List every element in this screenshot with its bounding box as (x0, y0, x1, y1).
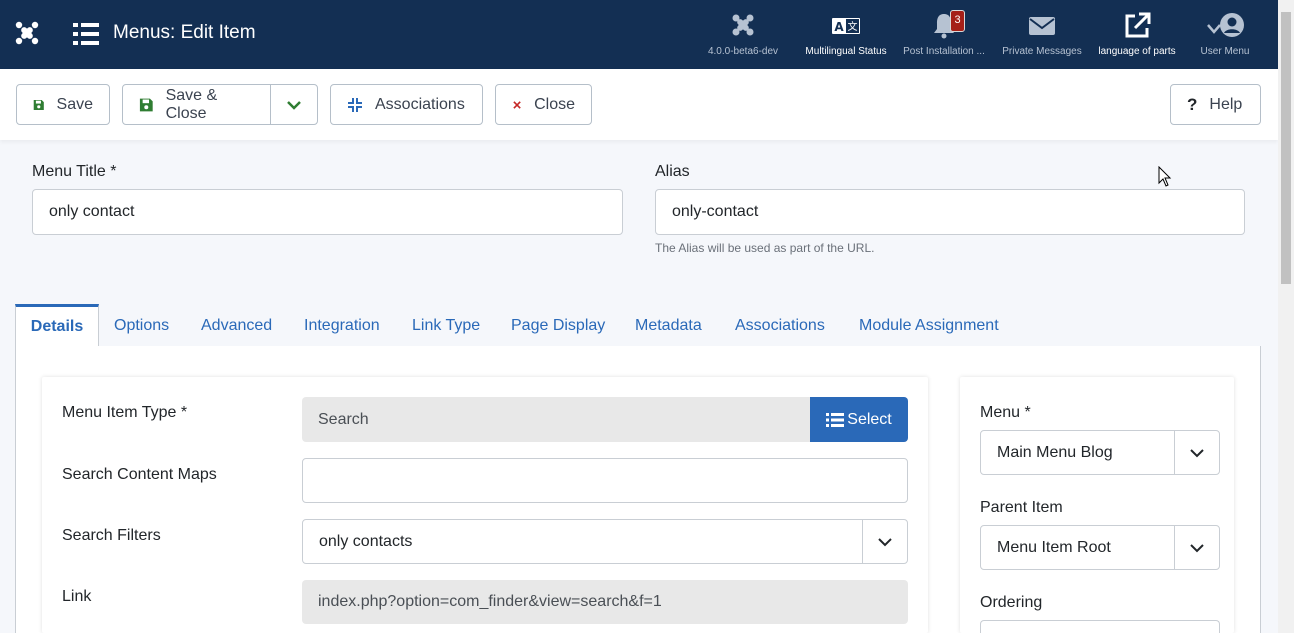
tab-page-display[interactable]: Page Display (511, 304, 605, 347)
chevron-down-icon (1174, 431, 1219, 474)
chevron-down-icon (862, 520, 907, 563)
tab-link-type[interactable]: Link Type (412, 304, 480, 347)
chevron-down-icon (1174, 526, 1219, 569)
menu-title-label: Menu Title * (32, 163, 117, 180)
private-messages-item[interactable]: Private Messages (997, 10, 1087, 57)
chevron-down-icon (287, 100, 301, 110)
joomla-logo-icon[interactable] (14, 20, 40, 46)
page-scrollbar[interactable] (1278, 0, 1294, 633)
tab-associations[interactable]: Associations (735, 304, 825, 347)
search-filters-label: Search Filters (62, 527, 161, 544)
close-label: Close (534, 95, 575, 113)
compress-icon (348, 97, 362, 112)
close-icon (513, 100, 521, 109)
svg-text:A: A (834, 20, 844, 34)
alias-label: Alias (655, 163, 690, 180)
menu-value: Main Menu Blog (997, 443, 1113, 461)
select-label: Select (847, 410, 892, 428)
tab-advanced[interactable]: Advanced (201, 304, 272, 347)
ordering-label: Ordering (980, 594, 1043, 611)
tab-integration[interactable]: Integration (304, 304, 380, 347)
save-close-button[interactable]: Save & Close (122, 84, 271, 125)
mouse-cursor-icon (1158, 166, 1172, 187)
menu-item-type-label: Menu Item Type * (62, 404, 188, 421)
tab-bar: Details Options Advanced Integration Lin… (15, 304, 1261, 348)
external-link-icon (1125, 12, 1151, 38)
tab-options[interactable]: Options (114, 304, 169, 347)
multilingual-status-label: Multilingual Status (805, 46, 887, 57)
user-icon (1207, 13, 1244, 37)
tab-metadata[interactable]: Metadata (635, 304, 702, 347)
version-item[interactable]: 4.0.0-beta6-dev (698, 10, 788, 57)
search-content-maps-label: Search Content Maps (62, 466, 217, 483)
version-label: 4.0.0-beta6-dev (707, 46, 779, 57)
menu-label: Menu * (980, 404, 1031, 421)
scrollbar-thumb[interactable] (1281, 12, 1291, 284)
envelope-icon (1029, 17, 1055, 35)
tab-module-assignment[interactable]: Module Assignment (859, 304, 999, 347)
search-content-maps-input[interactable] (302, 458, 908, 503)
associations-button[interactable]: Associations (330, 84, 483, 125)
save-dropdown-toggle[interactable] (270, 84, 318, 125)
language-of-parts-item[interactable]: language of parts (1092, 10, 1182, 57)
language-icon: A 文 (832, 18, 860, 34)
floppy-disk-icon (33, 99, 44, 110)
alias-input[interactable]: only-contact (655, 189, 1245, 235)
save-close-label: Save & Close (165, 86, 218, 122)
private-messages-label: Private Messages (1002, 46, 1082, 57)
parent-item-label: Parent Item (980, 499, 1063, 516)
link-input: index.php?option=com_finder&view=search&… (302, 580, 908, 624)
select-menu-item-type-button[interactable]: Select (810, 397, 908, 442)
floppy-disk-icon (139, 98, 153, 111)
associations-label: Associations (375, 95, 465, 113)
tab-details[interactable]: Details (15, 304, 99, 348)
user-menu-label: User Menu (1200, 46, 1250, 57)
svg-text:文: 文 (848, 20, 858, 33)
list-icon (826, 412, 845, 427)
joomla-icon (732, 14, 754, 36)
link-label: Link (62, 588, 92, 605)
search-filters-value: only contacts (319, 532, 413, 550)
help-label: Help (1209, 95, 1243, 113)
ordering-select[interactable] (980, 620, 1220, 633)
menu-select[interactable]: Main Menu Blog (980, 430, 1220, 475)
search-filters-select[interactable]: only contacts (302, 519, 908, 564)
help-button[interactable]: ? Help (1170, 84, 1261, 125)
page-title: Menus: Edit Item (113, 22, 256, 43)
parent-item-value: Menu Item Root (997, 538, 1111, 556)
save-button[interactable]: Save (16, 84, 110, 125)
notification-badge: 3 (950, 10, 965, 32)
post-installation-label: Post Installation ... (903, 46, 985, 57)
toolbar: Save Save & Close Associations Close ? H… (0, 69, 1278, 140)
post-installation-item[interactable]: 3 Post Installation ... (899, 10, 989, 57)
language-of-parts-label: language of parts (1098, 46, 1176, 57)
user-menu-item[interactable]: User Menu (1180, 10, 1270, 57)
menu-toggle-icon[interactable] (73, 22, 99, 46)
save-label: Save (56, 95, 93, 113)
close-button[interactable]: Close (495, 84, 592, 125)
menu-item-type-input: Search (302, 397, 812, 442)
menu-title-input[interactable]: only contact (32, 189, 623, 235)
multilingual-status-item[interactable]: A 文 Multilingual Status (801, 10, 891, 57)
top-header: Menus: Edit Item 4.0.0-beta6-dev A 文 Mul… (0, 0, 1278, 69)
alias-help-text: The Alias will be used as part of the UR… (655, 241, 875, 255)
parent-item-select[interactable]: Menu Item Root (980, 525, 1220, 570)
question-icon: ? (1187, 94, 1198, 114)
